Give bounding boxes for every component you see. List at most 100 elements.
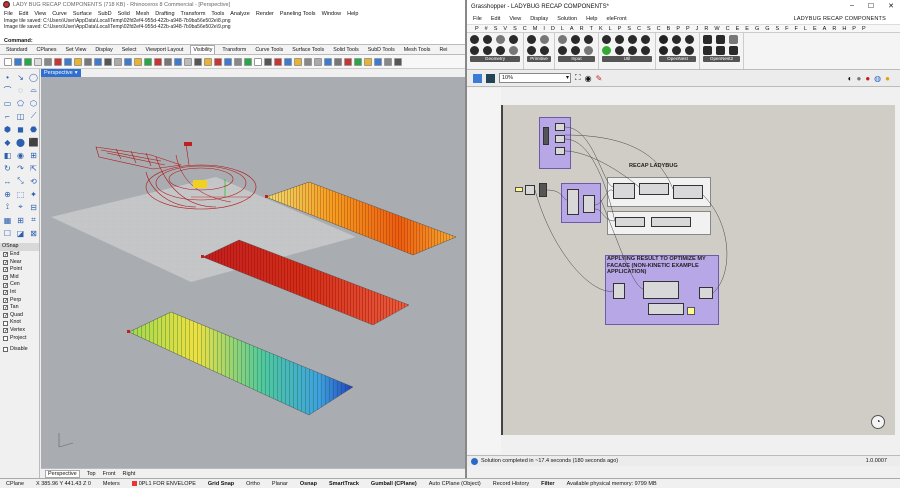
gh-category-tab[interactable]: I — [543, 26, 545, 32]
toolbar-icon[interactable] — [134, 57, 142, 66]
gh-category-tab[interactable]: S — [494, 26, 498, 32]
checkbox[interactable]: ✓ — [3, 267, 8, 273]
tool-icon[interactable]: ⌒ — [2, 85, 13, 95]
toolbar-icon[interactable] — [24, 57, 32, 66]
gh-component[interactable] — [699, 287, 713, 299]
toolbar-icon[interactable] — [384, 57, 392, 66]
gh-document-name[interactable]: LADYBUG RECAP COMPONENTS — [794, 16, 886, 22]
toolbar-icon[interactable] — [334, 57, 342, 66]
status-toggle[interactable]: SmartTrack — [323, 481, 365, 487]
tool-icon[interactable]: • — [2, 72, 13, 82]
component-icon[interactable] — [729, 46, 738, 55]
component-icon[interactable] — [571, 35, 580, 44]
viewport-tab-top[interactable]: Top — [87, 471, 96, 477]
component-icon[interactable] — [602, 35, 611, 44]
component-icon[interactable] — [703, 35, 712, 44]
component-icon[interactable] — [672, 46, 681, 55]
osnap-knot[interactable]: Knot — [3, 319, 39, 327]
gh-category-tab[interactable]: K — [599, 26, 603, 32]
gh-category-tab[interactable]: C — [657, 26, 661, 32]
toolbar-icon[interactable] — [94, 57, 102, 66]
zoom-dropdown[interactable]: 10% — [499, 73, 571, 83]
toolbar-icon[interactable] — [74, 57, 82, 66]
component-icon[interactable] — [672, 35, 681, 44]
component-icon[interactable] — [716, 35, 725, 44]
tool-icon[interactable]: ⬠ — [15, 98, 26, 108]
tool-icon[interactable]: ◉ — [15, 150, 26, 160]
osnap-tan[interactable]: ✓ Tan — [3, 304, 39, 312]
status-toggle[interactable]: Auto CPlane (Object) — [423, 481, 487, 487]
component-icon[interactable] — [584, 46, 593, 55]
tool-icon[interactable]: ⌓ — [28, 85, 39, 95]
component-icon[interactable] — [483, 35, 492, 44]
zoom-extents-icon[interactable]: ⛶ — [575, 73, 581, 83]
menu-item[interactable]: Mesh — [136, 11, 149, 17]
tool-icon[interactable]: ↻ — [2, 163, 13, 173]
sketch-icon[interactable]: ✎ — [596, 74, 603, 83]
status-toggle[interactable]: Gumball (CPlane) — [365, 481, 423, 487]
component-icon[interactable] — [558, 35, 567, 44]
component-icon[interactable] — [685, 46, 694, 55]
toolbar-icon[interactable] — [14, 57, 22, 66]
toolbar-icon[interactable] — [194, 57, 202, 66]
toolbar-tab[interactable]: Transform — [220, 46, 248, 54]
component-icon[interactable] — [659, 46, 668, 55]
toolbar-tab[interactable]: Visibility — [190, 45, 216, 54]
toolbar-icon[interactable] — [274, 57, 282, 66]
gh-component[interactable] — [555, 135, 565, 143]
gh-category-tab[interactable]: M — [533, 26, 538, 32]
toolbar-icon[interactable] — [54, 57, 62, 66]
gh-component[interactable] — [583, 195, 595, 213]
component-icon[interactable] — [659, 35, 668, 44]
command-prompt[interactable]: Command: — [0, 38, 465, 45]
tool-icon[interactable]: ↘ — [15, 72, 26, 82]
toolbar-icon[interactable] — [214, 57, 222, 66]
gh-category-tab[interactable]: A — [570, 26, 574, 32]
status-toggle[interactable]: Record History — [487, 481, 535, 487]
gh-component[interactable] — [613, 183, 635, 199]
tool-icon[interactable]: ⊞ — [28, 150, 39, 160]
component-icon[interactable] — [509, 46, 518, 55]
osnap-mid[interactable]: ✓ Mid — [3, 274, 39, 282]
gh-category-tab[interactable]: S — [513, 26, 517, 32]
gh-group-label[interactable]: Primitive — [527, 56, 551, 62]
gh-category-tab[interactable]: S — [627, 26, 631, 32]
gh-category-tab[interactable]: P — [686, 26, 690, 32]
viewport-title-tab[interactable]: Perspective ▾ — [41, 69, 81, 77]
gh-category-tab[interactable]: R — [832, 26, 836, 32]
gh-menu-item[interactable]: Solution — [557, 16, 577, 22]
toolbar-tab[interactable]: Select — [120, 46, 139, 54]
toolbar-icon[interactable] — [84, 57, 92, 66]
menu-item[interactable]: Surface — [73, 11, 92, 17]
perspective-viewport[interactable] — [41, 77, 465, 468]
cplane-label[interactable]: CPlane — [0, 481, 30, 487]
checkbox[interactable] — [3, 320, 8, 326]
yellow-panel[interactable] — [515, 187, 523, 192]
gh-component[interactable] — [543, 127, 549, 145]
gh-category-tab[interactable]: S — [776, 26, 780, 32]
checkbox[interactable] — [3, 335, 8, 341]
gh-category-tab[interactable]: E — [736, 26, 740, 32]
gh-category-tab[interactable]: L — [804, 26, 807, 32]
tool-icon[interactable]: ⌗ — [28, 215, 39, 225]
checkbox[interactable]: ✓ — [3, 282, 8, 288]
tool-icon[interactable]: ⟋ — [28, 111, 39, 121]
menu-item[interactable]: Edit — [19, 11, 28, 17]
gh-component[interactable] — [525, 185, 535, 195]
component-icon[interactable] — [571, 46, 580, 55]
gh-component[interactable] — [567, 189, 579, 215]
menu-item[interactable]: Analyze — [230, 11, 250, 17]
gh-category-tab[interactable]: V — [503, 26, 507, 32]
gh-group-label[interactable]: OpenNest — [659, 56, 696, 62]
viewport-tab-right[interactable]: Right — [122, 471, 135, 477]
checkbox[interactable]: ✓ — [3, 297, 8, 303]
osnap-vertex[interactable]: ✓ Vertex — [3, 327, 39, 335]
tool-icon[interactable]: ◧ — [2, 150, 13, 160]
component-icon[interactable] — [584, 35, 593, 44]
settings-icon[interactable]: ● — [885, 74, 890, 83]
menu-item[interactable]: Render — [256, 11, 274, 17]
tool-icon[interactable]: ⊠ — [28, 228, 39, 238]
osnap-end[interactable]: ✓ End — [3, 251, 39, 259]
tool-icon[interactable]: ⟲ — [28, 176, 39, 186]
toolbar-icon[interactable] — [174, 57, 182, 66]
